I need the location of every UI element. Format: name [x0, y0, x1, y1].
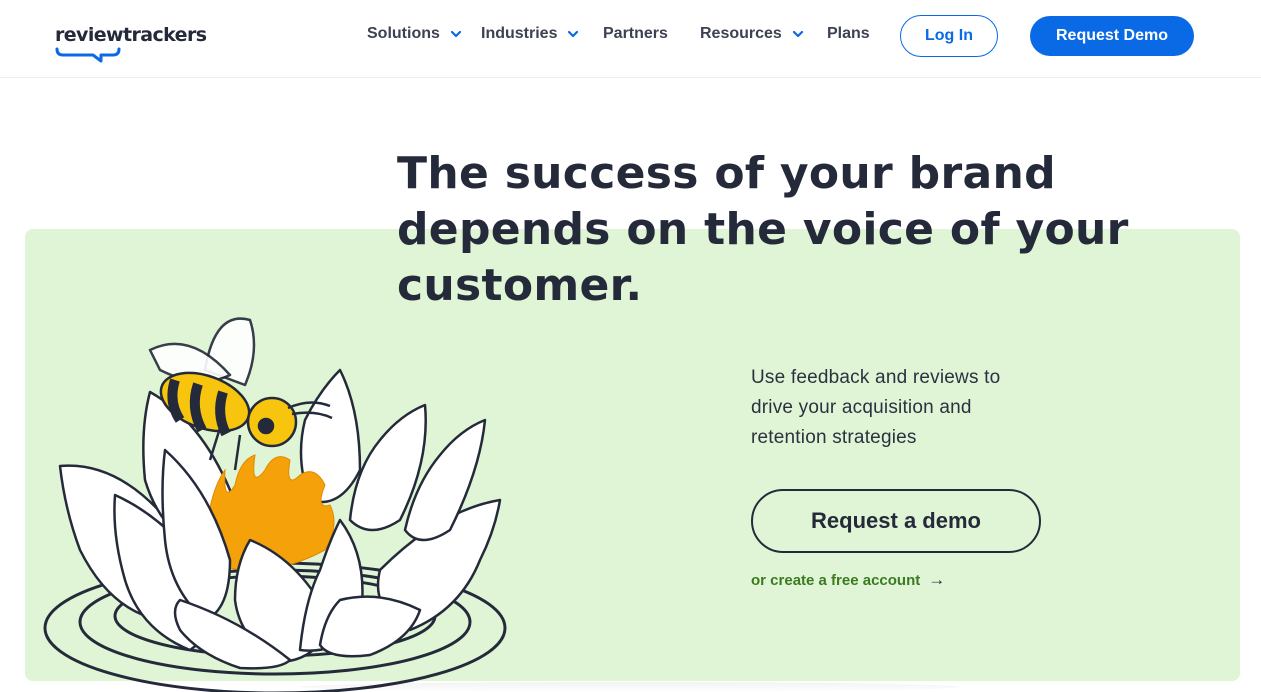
nav-item-label: Plans [827, 25, 870, 42]
nav-item-resources[interactable]: Resources [700, 25, 804, 43]
section-divider-shadow [300, 682, 960, 692]
nav-item-label: Industries [481, 25, 558, 42]
hero-subtext-line: drive your acquisition and [751, 397, 972, 418]
hero-subtext: Use feedback and reviews to drive your a… [751, 363, 1051, 453]
create-free-account-link[interactable]: or create a free account → [751, 570, 945, 590]
login-button[interactable]: Log In [900, 15, 998, 57]
nav-item-industries[interactable]: Industries [481, 25, 579, 43]
chevron-down-icon [568, 30, 579, 38]
bee-on-lotus-illustration [43, 317, 507, 692]
request-demo-button[interactable]: Request Demo [1030, 16, 1194, 56]
nav-item-solutions[interactable]: Solutions [367, 25, 462, 43]
hero-headline-line: depends on the voice of your [397, 204, 1129, 255]
hero-headline: The success of your brand depends on the… [397, 146, 1157, 314]
chevron-down-icon [792, 30, 803, 38]
request-a-demo-button[interactable]: Request a demo [751, 489, 1041, 553]
hero-headline-line: The success of your brand [397, 148, 1056, 199]
chevron-down-icon [450, 30, 461, 38]
site-header: reviewtrackers Solutions Industries Part… [0, 0, 1261, 78]
brand-logo[interactable]: reviewtrackers [55, 24, 207, 64]
hero-subtext-line: Use feedback and reviews to [751, 367, 1001, 388]
brand-logo-text: reviewtrackers [55, 24, 207, 46]
hero-headline-line: customer. [397, 260, 643, 311]
nav-item-label: Solutions [367, 25, 440, 42]
hero-subtext-line: retention strategies [751, 427, 917, 448]
nav-item-partners[interactable]: Partners [603, 25, 668, 43]
nav-item-plans[interactable]: Plans [827, 25, 870, 43]
logo-speech-bubble-icon [55, 47, 121, 63]
arrow-right-icon: → [928, 570, 946, 589]
nav-item-label: Resources [700, 25, 782, 42]
nav-item-label: Partners [603, 25, 668, 42]
create-free-account-label: or create a free account [751, 571, 921, 589]
